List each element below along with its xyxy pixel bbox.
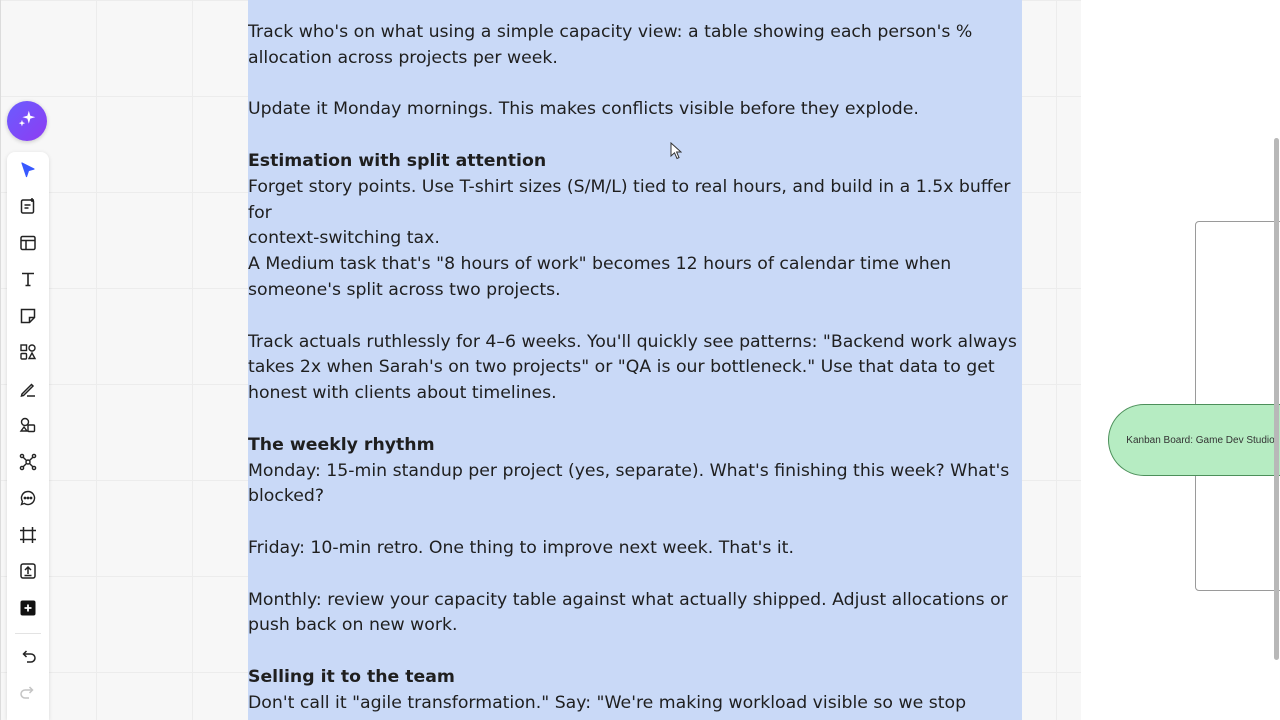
- mindmap-tool[interactable]: [7, 446, 49, 478]
- sticky-note-icon: [19, 307, 37, 325]
- redo-button[interactable]: [7, 676, 49, 708]
- toolbar-divider: [15, 633, 41, 634]
- pen-tool[interactable]: [7, 373, 49, 405]
- mindmap-icon: [19, 453, 37, 471]
- kanban-board-node[interactable]: Kanban Board: Game Dev Studio: [1108, 404, 1280, 476]
- templates-tool[interactable]: [7, 190, 49, 222]
- document-text-line: someone's split across two projects.: [248, 279, 561, 300]
- document-text-line: blocked?: [248, 486, 325, 507]
- document-text-line: Monday: 15-min standup per project (yes,…: [248, 460, 1010, 481]
- document-text-line: takes 2x when Sarah's on two projects" o…: [248, 357, 995, 378]
- whiteboard-canvas[interactable]: Kanban Board: Game Dev Studio Track who'…: [0, 0, 1280, 720]
- section-heading: Selling it to the team: [248, 666, 455, 687]
- layout-icon: [19, 234, 37, 252]
- frame-tool[interactable]: [7, 519, 49, 551]
- more-apps-tool[interactable]: [7, 592, 49, 624]
- frame-icon: [19, 526, 37, 544]
- document-text-line: push back on new work.: [248, 615, 458, 636]
- document-text-block[interactable]: Track who's on what using a simple capac…: [248, 0, 1022, 720]
- sticky-note-tool[interactable]: [7, 300, 49, 332]
- document-text-line: Forget story points. Use T-shirt sizes (…: [248, 176, 1011, 223]
- section-heading: Estimation with split attention: [248, 150, 547, 171]
- plus-square-icon: [19, 599, 37, 617]
- layout-tool[interactable]: [7, 227, 49, 259]
- pointer-icon: [19, 161, 37, 179]
- note-add-icon: [19, 197, 37, 215]
- shapes-icon: [19, 343, 37, 361]
- document-text-line: Update it Monday mornings. This makes co…: [248, 99, 919, 120]
- document-text-line: allocation across projects per week.: [248, 47, 558, 68]
- document-text-line: Monthly: review your capacity table agai…: [248, 589, 1008, 610]
- document-text-line: honest with clients about timelines.: [248, 383, 557, 404]
- undo-button[interactable]: [7, 640, 49, 672]
- document-content: Track who's on what using a simple capac…: [248, 0, 1022, 720]
- document-text-line: Track who's on what using a simple capac…: [248, 22, 973, 42]
- document-text-line: context-switching tax.: [248, 228, 440, 249]
- upload-icon: [19, 562, 37, 580]
- sparkle-icon: [16, 108, 38, 134]
- redo-icon: [19, 683, 37, 701]
- ai-assistant-button[interactable]: [7, 101, 47, 141]
- connector-icon: [19, 416, 37, 434]
- connector-shapes-tool[interactable]: [7, 409, 49, 441]
- kanban-node-label: Kanban Board: Game Dev Studio: [1126, 434, 1275, 446]
- comment-tool[interactable]: [7, 482, 49, 514]
- select-tool[interactable]: [7, 154, 49, 186]
- mouse-cursor-icon: [670, 141, 683, 164]
- comment-icon: [19, 489, 37, 507]
- document-text-line: Don't call it "agile transformation." Sa…: [248, 692, 967, 713]
- text-icon: [19, 270, 37, 288]
- pen-icon: [19, 380, 37, 398]
- vertical-scrollbar[interactable]: [1274, 138, 1279, 660]
- document-text-line: drowning." Show the Kanban board as a sh…: [248, 717, 1022, 720]
- document-text-line: Track actuals ruthlessly for 4–6 weeks. …: [248, 331, 1017, 352]
- text-tool[interactable]: [7, 263, 49, 295]
- left-toolbar: [7, 152, 49, 720]
- undo-icon: [19, 647, 37, 665]
- document-text-line: Friday: 10-min retro. One thing to impro…: [248, 537, 794, 558]
- section-heading: The weekly rhythm: [248, 434, 435, 455]
- upload-tool[interactable]: [7, 555, 49, 587]
- canvas-edge: [0, 0, 1, 720]
- shapes-tool[interactable]: [7, 336, 49, 368]
- document-text-line: A Medium task that's "8 hours of work" b…: [248, 254, 952, 275]
